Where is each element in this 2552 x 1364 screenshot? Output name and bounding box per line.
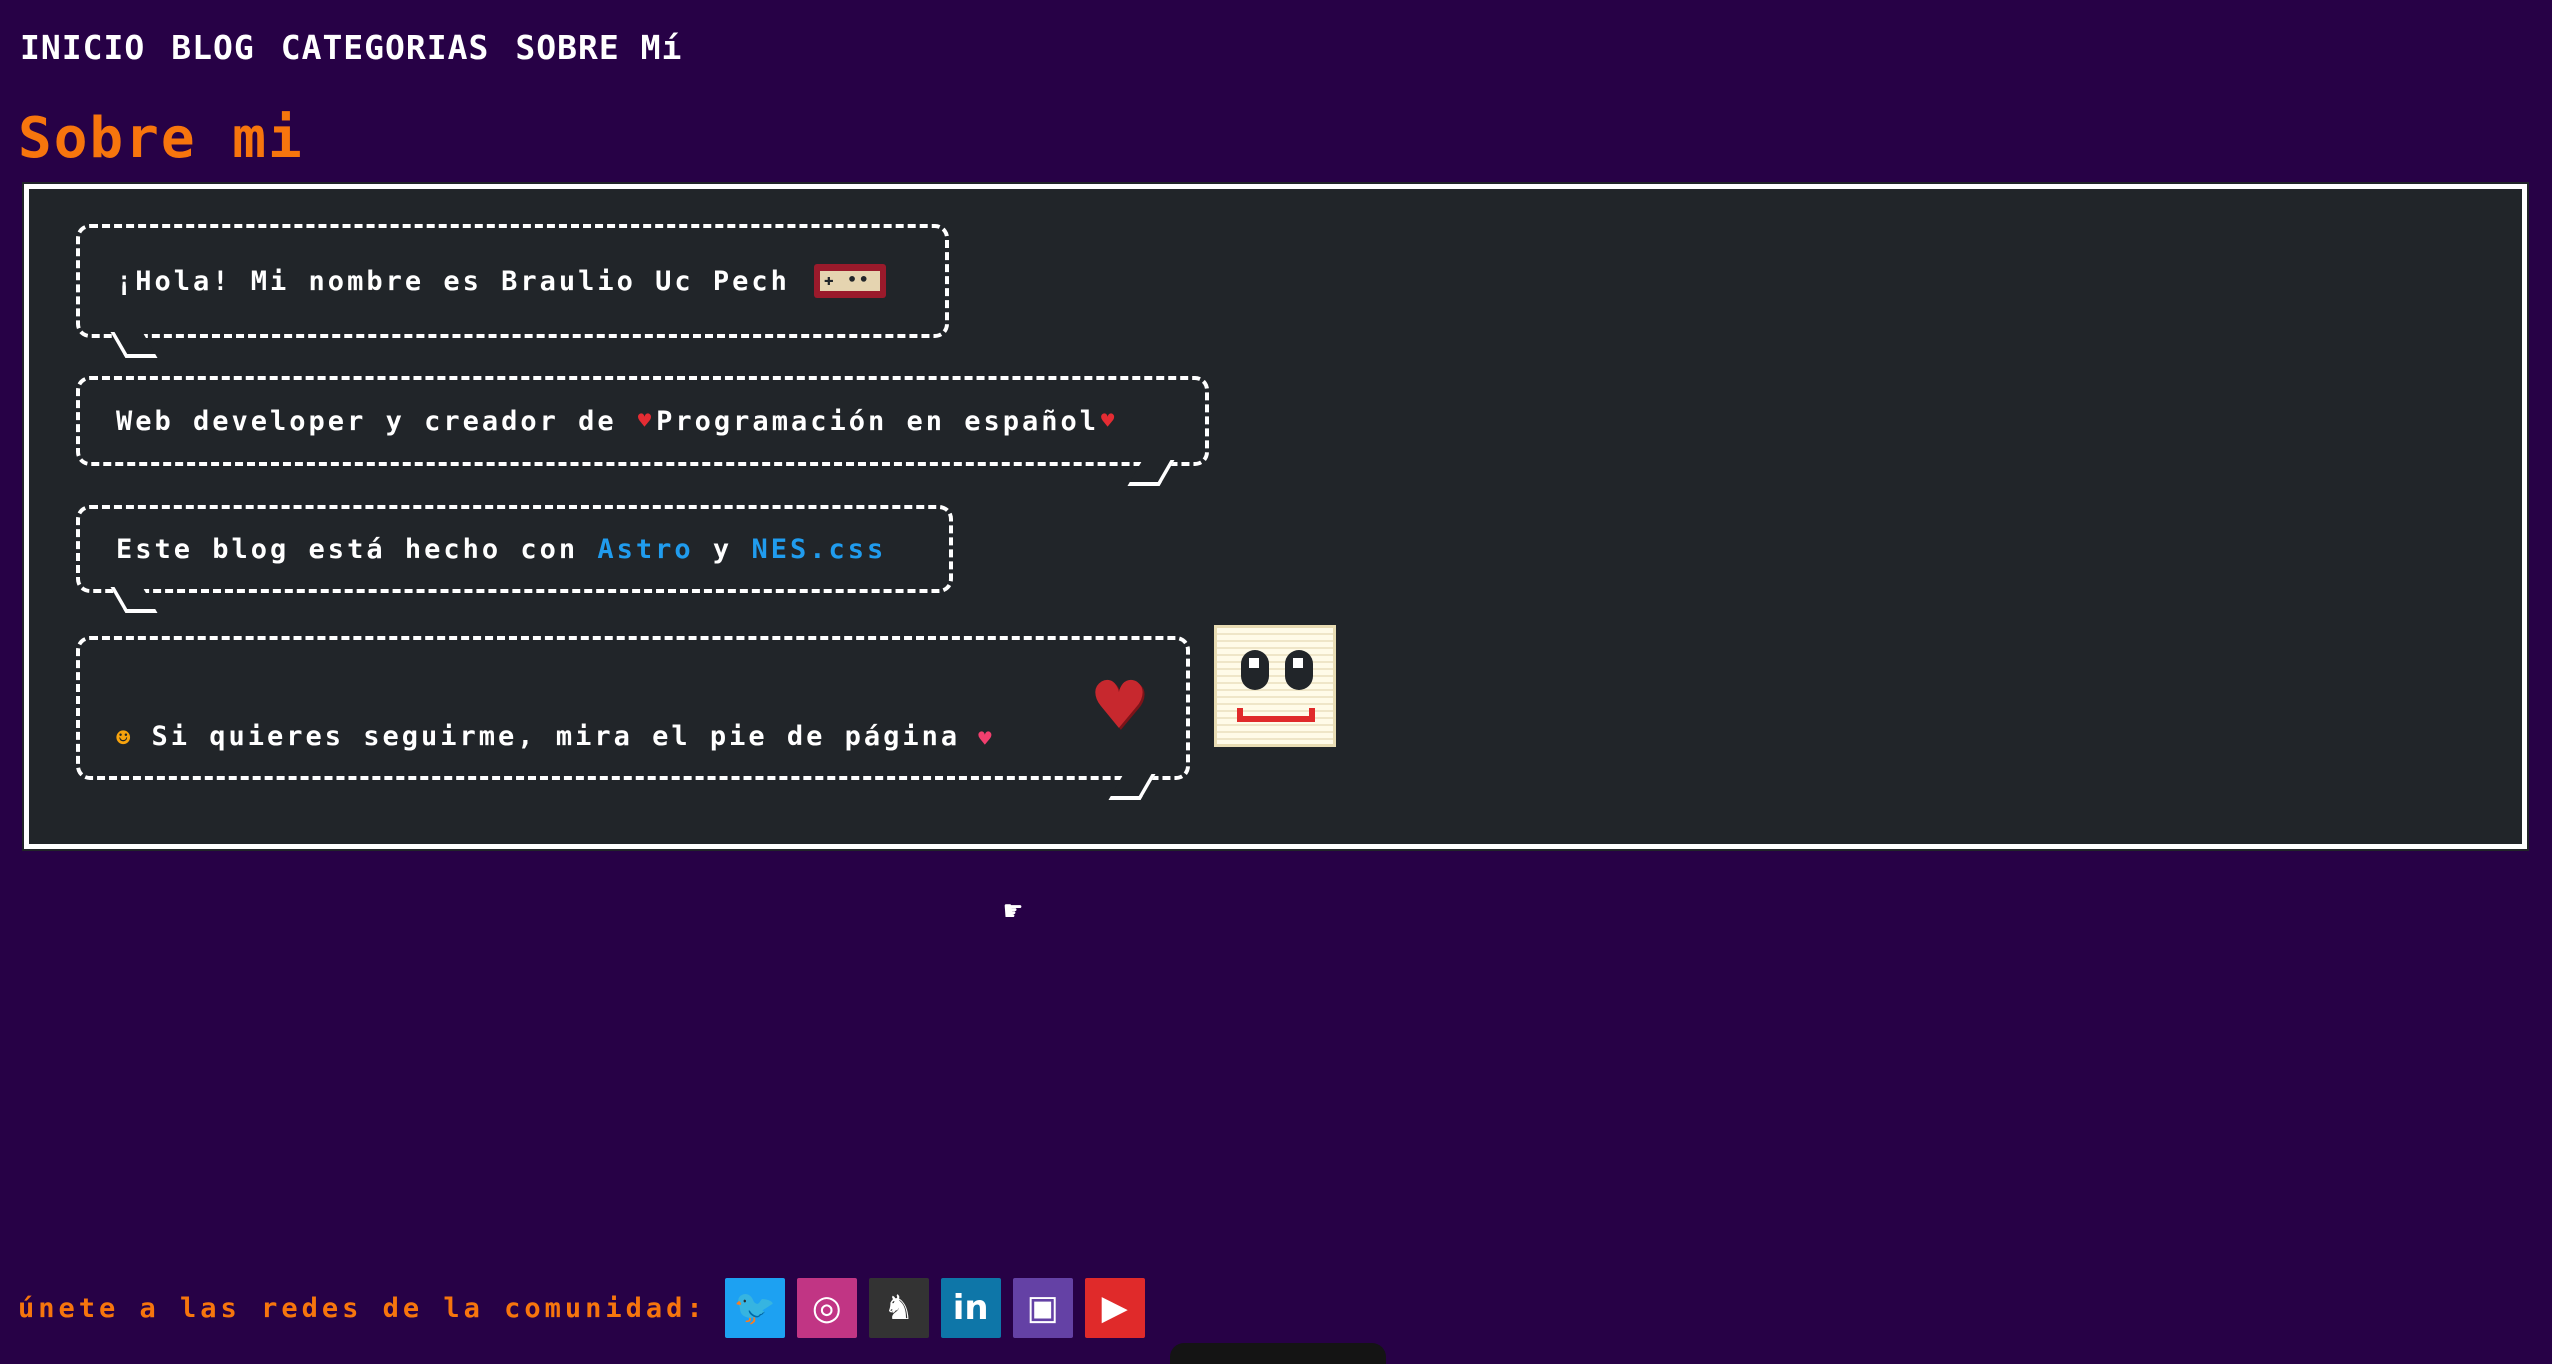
heart-icon: ♥ — [1101, 408, 1118, 434]
balloon-role: Web developer y creador de ♥ Programació… — [76, 376, 1209, 486]
footer: únete a las redes de la comunidad: 🐦 ◎ ♞… — [18, 1278, 1157, 1338]
left-eye — [1241, 650, 1269, 690]
smile-icon: ☻ — [116, 724, 134, 752]
pointer-cursor-icon: ☛ — [1004, 894, 1023, 929]
role-highlight-text: Programación en español — [656, 405, 1100, 437]
twitter-icon[interactable]: 🐦 — [724, 1278, 785, 1338]
bottom-toolbar[interactable] — [1170, 1343, 1386, 1364]
page-title: Sobre mi — [18, 106, 304, 171]
top-nav: INICIO BLOG CATEGORIAS SOBRE Mí — [20, 28, 682, 67]
instagram-icon[interactable]: ◎ — [796, 1278, 857, 1338]
nes-css-link[interactable]: NES.css — [751, 534, 886, 565]
balloon-tech: Este blog está hecho con Astro y NES.css — [76, 505, 953, 613]
balloon-greeting: ¡Hola! Mi nombre es Braulio Uc Pech — [76, 224, 949, 358]
big-heart-icon: ♥ — [1094, 659, 1146, 752]
youtube-icon[interactable]: ▶ — [1084, 1278, 1145, 1338]
right-eye — [1285, 650, 1313, 690]
tech-middle-text: y — [693, 533, 752, 565]
page: INICIO BLOG CATEGORIAS SOBRE Mí Sobre mi… — [0, 0, 2552, 1364]
nav-item-sobre-mi[interactable]: SOBRE Mí — [515, 28, 682, 67]
greeting-text: ¡Hola! Mi nombre es Braulio Uc Pech — [116, 265, 790, 297]
balloon-follow: ☻ Si quieres seguirme, mira el pie de pá… — [76, 636, 1190, 800]
github-icon[interactable]: ♞ — [868, 1278, 929, 1338]
nav-item-categorias[interactable]: CATEGORIAS — [281, 28, 490, 67]
nav-item-blog[interactable]: BLOG — [171, 28, 254, 67]
mouth — [1237, 708, 1315, 722]
linkedin-icon[interactable]: in — [940, 1278, 1001, 1338]
follow-text: Si quieres seguirme, mira el pie de pági… — [151, 721, 961, 752]
controller-icon — [813, 264, 886, 298]
astro-link[interactable]: Astro — [597, 534, 693, 565]
twitch-icon[interactable]: ▣ — [1012, 1278, 1073, 1338]
role-prefix-text: Web developer y creador de — [116, 405, 636, 437]
smiley-face-icon — [1214, 625, 1336, 747]
heart-icon: ♥ — [637, 408, 655, 434]
nav-item-inicio[interactable]: INICIO — [20, 28, 145, 67]
tech-prefix-text: Este blog está hecho con — [116, 533, 598, 565]
heart-icon: ♥ — [978, 727, 995, 752]
footer-label: únete a las redes de la comunidad: — [18, 1292, 707, 1324]
